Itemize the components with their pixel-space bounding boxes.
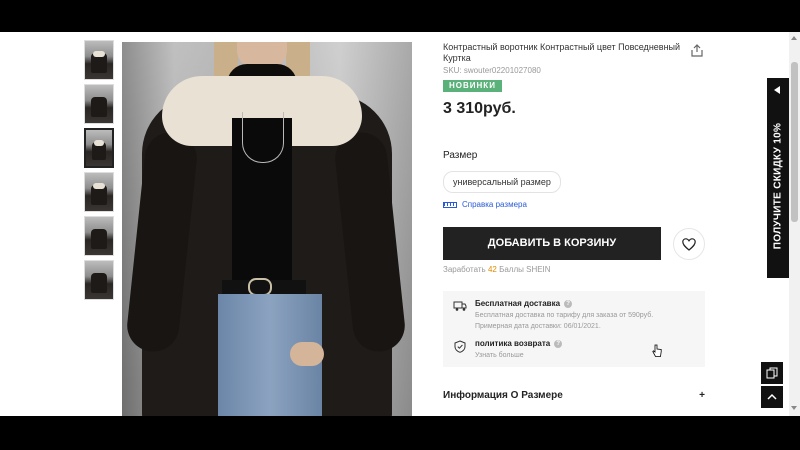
learn-more-link[interactable]: Узнать больше (475, 350, 562, 361)
thumbnail-2[interactable] (84, 84, 114, 124)
points-value: 42 (487, 265, 497, 274)
shield-icon (454, 340, 466, 353)
thumbnail-3[interactable] (84, 128, 114, 168)
size-info-accordion[interactable]: Информация О Размере + (443, 390, 705, 401)
points-info: Заработать 42 Баллы SHEIN (443, 265, 551, 274)
thumbnail-5[interactable] (84, 216, 114, 256)
return-policy-title: политика возврата (475, 339, 551, 348)
page-scrollbar[interactable] (789, 32, 800, 416)
share-icon[interactable] (691, 44, 703, 57)
product-title: Контрастный воротник Контрастный цвет По… (443, 42, 681, 63)
ruler-icon (443, 201, 457, 208)
hand-cursor-icon (652, 344, 662, 357)
browser-viewport: Контрастный воротник Контрастный цвет По… (0, 32, 800, 416)
truck-icon (453, 301, 467, 311)
scroll-up-arrow[interactable] (791, 36, 797, 40)
discount-promo-text: ПОЛУЧИТЕ СКИДКУ 10% (772, 122, 784, 250)
thumbnail-6[interactable] (84, 260, 114, 300)
points-suffix: Баллы SHEIN (499, 265, 551, 274)
copy-icon (766, 367, 778, 379)
size-info-title: Информация О Размере (443, 390, 563, 401)
shipping-box: Бесплатная доставка ? Бесплатная доставк… (443, 291, 705, 367)
heart-icon (682, 237, 696, 251)
thumbnail-4[interactable] (84, 172, 114, 212)
size-guide-link[interactable]: Справка размера (443, 200, 527, 209)
return-policy-row: политика возврата ? Узнать больше (453, 339, 563, 361)
plus-icon: + (699, 390, 705, 401)
discount-promo-tab[interactable]: ПОЛУЧИТЕ СКИДКУ 10% (767, 78, 789, 278)
new-badge: НОВИНКИ (443, 80, 502, 92)
add-to-cart-button[interactable]: ДОБАВИТЬ В КОРЗИНУ (443, 227, 661, 260)
product-price: 3 310руб. (443, 100, 516, 117)
delivery-date: Примерная дата доставки: 06/01/2021. (475, 323, 601, 330)
points-prefix: Заработать (443, 265, 486, 274)
wishlist-button[interactable] (673, 228, 705, 260)
free-shipping-row: Бесплатная доставка ? Бесплатная доставк… (453, 299, 653, 332)
size-guide-label: Справка размера (462, 200, 527, 209)
help-icon[interactable]: ? (564, 299, 573, 308)
size-label: Размер (443, 150, 478, 161)
chevron-up-icon (767, 393, 777, 400)
thumbnail-1[interactable] (84, 40, 114, 80)
size-option[interactable]: универсальный размер (443, 171, 561, 193)
copy-button[interactable] (761, 362, 783, 384)
help-icon[interactable]: ? (554, 339, 563, 348)
arrow-left-icon (774, 86, 780, 94)
scroll-down-arrow[interactable] (791, 406, 797, 410)
free-shipping-line1: Бесплатная доставка по тарифу для заказа… (475, 312, 654, 319)
scrollbar-thumb[interactable] (791, 62, 798, 222)
free-shipping-title: Бесплатная доставка (475, 299, 561, 308)
product-sku: SKU: swouter02201027080 (443, 66, 541, 75)
back-to-top-button[interactable] (761, 386, 783, 408)
main-product-image[interactable] (122, 42, 412, 416)
thumbnail-list (84, 40, 116, 304)
